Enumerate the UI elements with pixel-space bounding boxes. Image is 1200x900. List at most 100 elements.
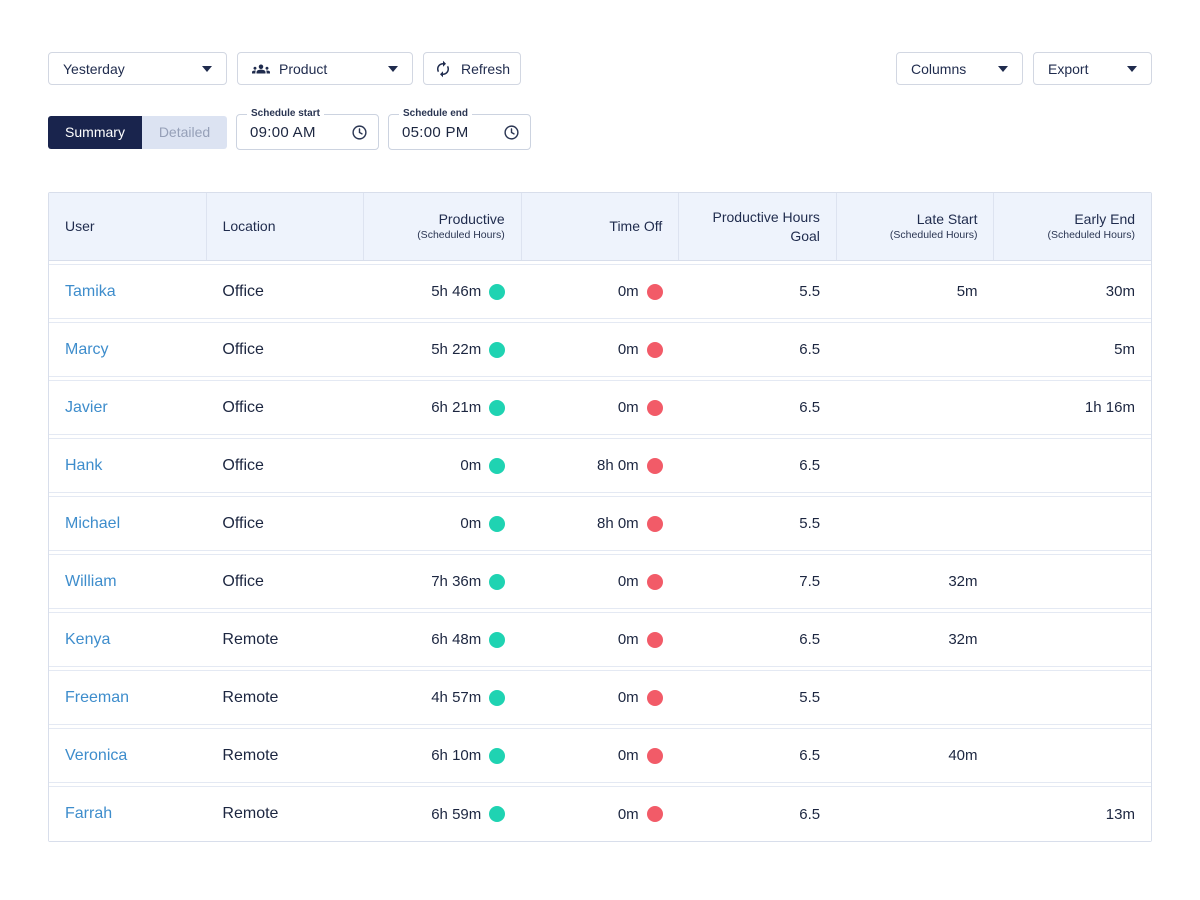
user-cell: William	[49, 573, 206, 591]
user-link[interactable]: Hank	[65, 457, 102, 474]
user-cell: Veronica	[49, 747, 206, 765]
time-off-cell: 0m	[521, 283, 678, 300]
schedule-start-label: Schedule start	[247, 108, 324, 120]
schedule-start-input[interactable]: Schedule start 09:00 AM	[236, 114, 379, 150]
table-row: Kenya Remote 6h 48m 0m 6.5 32m	[49, 612, 1151, 667]
chevron-down-icon	[1127, 66, 1137, 72]
schedule-end-input[interactable]: Schedule end 05:00 PM	[388, 114, 531, 150]
column-header[interactable]: User	[49, 193, 206, 260]
location-cell: Office	[206, 341, 363, 359]
user-link[interactable]: Veronica	[65, 747, 127, 764]
time-off-cell: 0m	[521, 341, 678, 358]
user-link[interactable]: Kenya	[65, 631, 110, 648]
location-cell: Remote	[206, 631, 363, 649]
early-end-cell: 13m	[994, 806, 1151, 823]
table-row: Javier Office 6h 21m 0m 6.5 1h 16m	[49, 380, 1151, 435]
user-link[interactable]: William	[65, 573, 117, 590]
column-header[interactable]: Productive (Scheduled Hours)	[363, 193, 521, 260]
productive-status-dot	[489, 458, 505, 474]
location-cell: Remote	[206, 747, 363, 765]
columns-label: Columns	[911, 61, 989, 77]
user-link[interactable]: Michael	[65, 515, 120, 532]
column-header[interactable]: Early End (Scheduled Hours)	[993, 193, 1151, 260]
time-off-cell: 8h 0m	[521, 515, 678, 532]
column-label: Productive Hours Goal	[695, 208, 820, 244]
time-off-status-dot	[647, 400, 663, 416]
columns-select[interactable]: Columns	[896, 52, 1023, 85]
time-off-value: 0m	[618, 689, 639, 706]
goal-cell: 6.5	[679, 399, 836, 416]
column-header[interactable]: Time Off	[521, 193, 679, 260]
column-header[interactable]: Productive Hours Goal	[678, 193, 836, 260]
time-off-cell: 0m	[521, 689, 678, 706]
column-header[interactable]: Late Start (Scheduled Hours)	[836, 193, 994, 260]
table-row: Marcy Office 5h 22m 0m 6.5 5m	[49, 322, 1151, 377]
tab-detailed[interactable]: Detailed	[142, 116, 227, 149]
productive-value: 0m	[460, 515, 481, 532]
productive-value: 5h 46m	[431, 283, 481, 300]
refresh-label: Refresh	[461, 61, 510, 77]
time-off-value: 0m	[618, 399, 639, 416]
user-link[interactable]: Freeman	[65, 689, 129, 706]
user-cell: Hank	[49, 457, 206, 475]
late-start-cell: 40m	[836, 747, 993, 764]
time-off-status-dot	[647, 806, 663, 822]
productive-status-dot	[489, 690, 505, 706]
time-off-status-dot	[647, 632, 663, 648]
goal-cell: 6.5	[679, 457, 836, 474]
dashboard-page: Yesterday Product Refresh Columns Export	[0, 0, 1200, 842]
refresh-button[interactable]: Refresh	[423, 52, 521, 85]
export-select[interactable]: Export	[1033, 52, 1152, 85]
column-sublabel: (Scheduled Hours)	[380, 229, 505, 243]
productive-value: 6h 59m	[431, 806, 481, 823]
user-link[interactable]: Javier	[65, 399, 108, 416]
late-start-cell: 5m	[836, 283, 993, 300]
table-row: Tamika Office 5h 46m 0m 5.5 5m 30m	[49, 264, 1151, 319]
location-cell: Office	[206, 457, 363, 475]
user-link[interactable]: Tamika	[65, 283, 116, 300]
goal-cell: 7.5	[679, 573, 836, 590]
productive-status-dot	[489, 574, 505, 590]
time-off-value: 0m	[618, 747, 639, 764]
date-range-value: Yesterday	[63, 61, 193, 77]
table-row: Farrah Remote 6h 59m 0m 6.5 13m	[49, 786, 1151, 841]
clock-icon[interactable]	[503, 124, 520, 141]
column-header[interactable]: Location	[206, 193, 364, 260]
productive-value: 4h 57m	[431, 689, 481, 706]
goal-cell: 6.5	[679, 341, 836, 358]
column-sublabel: (Scheduled Hours)	[853, 229, 978, 243]
schedule-end-value: 05:00 PM	[402, 124, 503, 141]
location-cell: Remote	[206, 805, 363, 823]
productive-cell: 7h 36m	[364, 573, 521, 590]
schedule-end-label: Schedule end	[399, 108, 472, 120]
table-row: William Office 7h 36m 0m 7.5 32m	[49, 554, 1151, 609]
location-cell: Office	[206, 515, 363, 533]
tab-summary[interactable]: Summary	[48, 116, 142, 149]
productive-status-dot	[489, 516, 505, 532]
productive-status-dot	[489, 806, 505, 822]
clock-icon[interactable]	[351, 124, 368, 141]
user-cell: Marcy	[49, 341, 206, 359]
table-body: Tamika Office 5h 46m 0m 5.5 5m 30m Marcy…	[49, 264, 1151, 841]
chevron-down-icon	[998, 66, 1008, 72]
people-group-icon	[252, 60, 270, 78]
schedule-start-value: 09:00 AM	[250, 124, 351, 141]
productive-cell: 0m	[364, 457, 521, 474]
column-sublabel: (Scheduled Hours)	[1010, 229, 1135, 243]
productive-value: 6h 21m	[431, 399, 481, 416]
productive-cell: 6h 10m	[364, 747, 521, 764]
goal-cell: 5.5	[679, 283, 836, 300]
time-off-cell: 0m	[521, 747, 678, 764]
goal-cell: 5.5	[679, 515, 836, 532]
productive-cell: 6h 48m	[364, 631, 521, 648]
user-cell: Kenya	[49, 631, 206, 649]
user-link[interactable]: Farrah	[65, 805, 112, 822]
user-cell: Freeman	[49, 689, 206, 707]
time-off-status-dot	[647, 458, 663, 474]
time-off-cell: 0m	[521, 573, 678, 590]
team-select[interactable]: Product	[237, 52, 413, 85]
user-link[interactable]: Marcy	[65, 341, 109, 358]
time-off-status-dot	[647, 284, 663, 300]
date-range-select[interactable]: Yesterday	[48, 52, 227, 85]
time-off-status-dot	[647, 516, 663, 532]
